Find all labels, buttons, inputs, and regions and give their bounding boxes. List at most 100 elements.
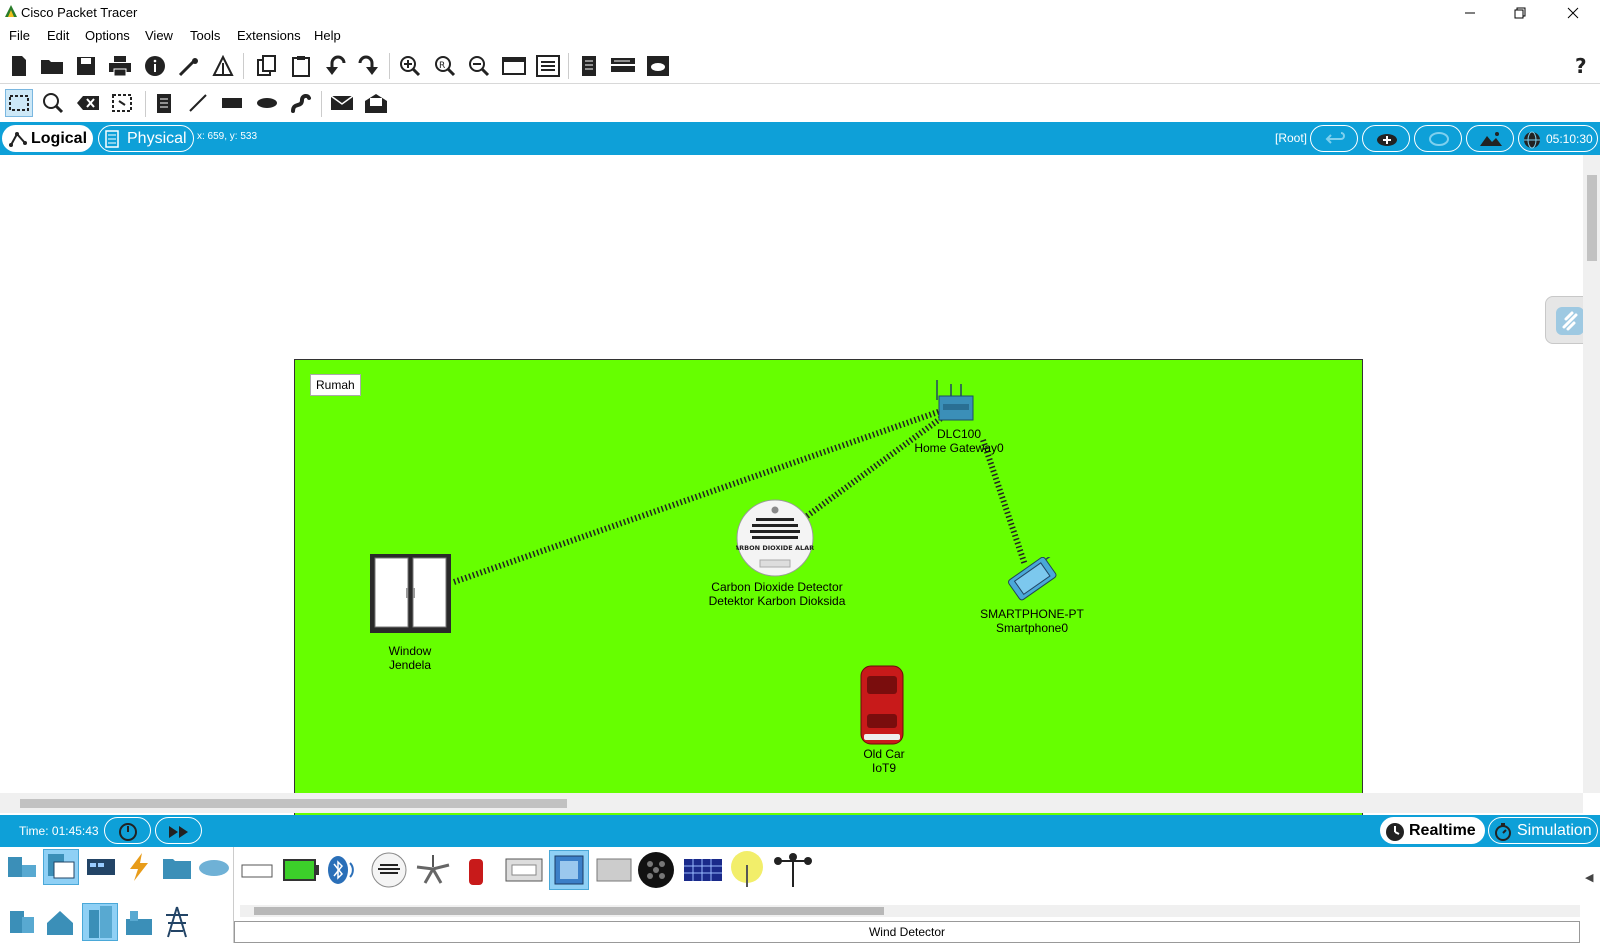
device-speaker[interactable] [637, 851, 675, 889]
device-selected-wind-detector[interactable] [549, 850, 589, 890]
help-button[interactable]: ? [1567, 52, 1595, 80]
set-background-button[interactable] [1466, 125, 1514, 152]
simulation-tab[interactable]: Simulation [1488, 817, 1598, 844]
device-home-speaker[interactable] [240, 855, 274, 885]
category-multiuser[interactable] [197, 851, 231, 883]
physical-tab[interactable]: Physical [98, 125, 194, 152]
device-webcam[interactable] [595, 855, 633, 885]
logical-tab[interactable]: Logical [2, 125, 93, 152]
open-button[interactable] [38, 52, 66, 80]
device-solar-panel[interactable] [682, 855, 724, 885]
draw-rectangle-button[interactable] [218, 89, 246, 117]
add-complex-pdu-button[interactable] [362, 89, 390, 117]
redo-button[interactable] [355, 52, 383, 80]
menu-help[interactable]: Help [314, 28, 341, 43]
freeform-button[interactable] [287, 89, 315, 117]
simulation-label: Simulation [1517, 822, 1592, 839]
speaker-grill-icon [638, 852, 674, 888]
close-button[interactable] [1550, 0, 1596, 26]
device-battery[interactable] [281, 855, 321, 885]
end-devices-icon [48, 854, 75, 879]
device-template-button[interactable] [609, 52, 637, 80]
category-connections[interactable] [122, 851, 156, 883]
info-button[interactable] [141, 52, 169, 80]
category-components[interactable] [84, 851, 118, 883]
root-breadcrumb[interactable]: [Root] [1275, 131, 1307, 145]
co2-alarm-icon [371, 852, 407, 888]
fast-forward-button[interactable] [155, 817, 202, 844]
cloud-blue-icon [199, 860, 229, 876]
menu-extensions[interactable]: Extensions [237, 28, 301, 43]
old-car-device[interactable] [858, 664, 906, 746]
save-button[interactable] [72, 52, 100, 80]
vertical-scrollbar[interactable] [1583, 155, 1600, 793]
move-object-button[interactable] [1414, 125, 1462, 152]
subcategory-industrial[interactable] [122, 907, 156, 939]
vertical-scroll-thumb[interactable] [1587, 175, 1597, 261]
place-note-button[interactable] [150, 89, 178, 117]
power-cycle-button[interactable] [104, 817, 151, 844]
device-co2-detector[interactable] [370, 851, 408, 889]
subcategory-end-devices[interactable] [4, 907, 38, 939]
draw-line-button[interactable] [184, 89, 212, 117]
menu-tools[interactable]: Tools [190, 28, 220, 43]
custom-device-button[interactable] [534, 52, 562, 80]
anemometer-icon [774, 853, 812, 887]
undo-button[interactable] [321, 52, 349, 80]
device-home-router[interactable] [504, 855, 544, 885]
logical-workspace[interactable]: Rumah DLC100 Home Gateway0 ARBON DIOXIDE… [0, 155, 1593, 877]
horizontal-scrollbar[interactable] [0, 793, 1583, 813]
category-network-devices[interactable] [4, 851, 38, 883]
network-info-button[interactable] [209, 52, 237, 80]
device-bluetooth-speaker[interactable] [326, 853, 360, 887]
copy-button[interactable] [253, 52, 281, 80]
delete-tool-button[interactable] [74, 89, 102, 117]
resize-tool-button[interactable] [108, 89, 136, 117]
home-gateway-device[interactable] [935, 378, 975, 424]
cursor-coordinates: x: 659, y: 533 [197, 131, 258, 142]
inspect-tool-button[interactable] [39, 89, 67, 117]
subcategory-power-grid[interactable] [160, 905, 194, 939]
back-button[interactable] [1310, 125, 1358, 152]
draw-ellipse-button[interactable] [253, 89, 281, 117]
device-old-car[interactable] [466, 857, 486, 887]
simulation-bar: Time: 01:45:43 Realtime Simulation [0, 815, 1600, 847]
print-button[interactable] [106, 52, 134, 80]
menu-view[interactable]: View [145, 28, 173, 43]
notes-button[interactable] [575, 52, 603, 80]
device-street-lamp[interactable] [729, 851, 765, 889]
viewport-clock-button[interactable]: 05:10:30 [1518, 125, 1598, 152]
select-tool-button[interactable] [5, 89, 33, 117]
subcategory-home[interactable] [43, 907, 77, 939]
subcategory-smart-city[interactable] [82, 903, 118, 941]
menu-file[interactable]: File [9, 28, 30, 43]
restore-button[interactable] [1497, 0, 1543, 26]
device-ceiling-fan[interactable] [415, 853, 451, 887]
power-tower-icon [166, 906, 188, 938]
menu-options[interactable]: Options [85, 28, 130, 43]
drawing-palette-button[interactable] [500, 52, 528, 80]
smartphone-device[interactable] [1001, 554, 1063, 603]
zoom-out-button[interactable] [465, 52, 493, 80]
realtime-tab[interactable]: Realtime [1380, 817, 1485, 844]
window-device[interactable] [369, 553, 452, 634]
new-cluster-button[interactable] [1362, 125, 1410, 152]
category-miscellaneous[interactable] [160, 851, 194, 883]
menu-edit[interactable]: Edit [47, 28, 69, 43]
horizontal-scroll-thumb[interactable] [20, 799, 567, 808]
industrial-icon [126, 911, 152, 935]
device-wind-detector[interactable] [772, 851, 814, 889]
minimize-button[interactable] [1447, 0, 1493, 26]
palette-collapse-arrow-icon[interactable]: ◀ [1585, 871, 1593, 884]
palette-scrollbar[interactable] [240, 905, 1580, 917]
new-file-button[interactable] [5, 52, 33, 80]
add-simple-pdu-button[interactable] [328, 89, 356, 117]
category-end-devices[interactable] [43, 849, 79, 885]
cloud-button[interactable] [644, 52, 672, 80]
co2-detector-device[interactable]: CARBON DIOXIDE ALARM [729, 499, 821, 577]
paste-button[interactable] [287, 52, 315, 80]
zoom-in-button[interactable] [396, 52, 424, 80]
zoom-reset-button[interactable]: R [431, 52, 459, 80]
palette-scroll-thumb[interactable] [254, 907, 884, 915]
activity-wizard-button[interactable] [175, 52, 203, 80]
